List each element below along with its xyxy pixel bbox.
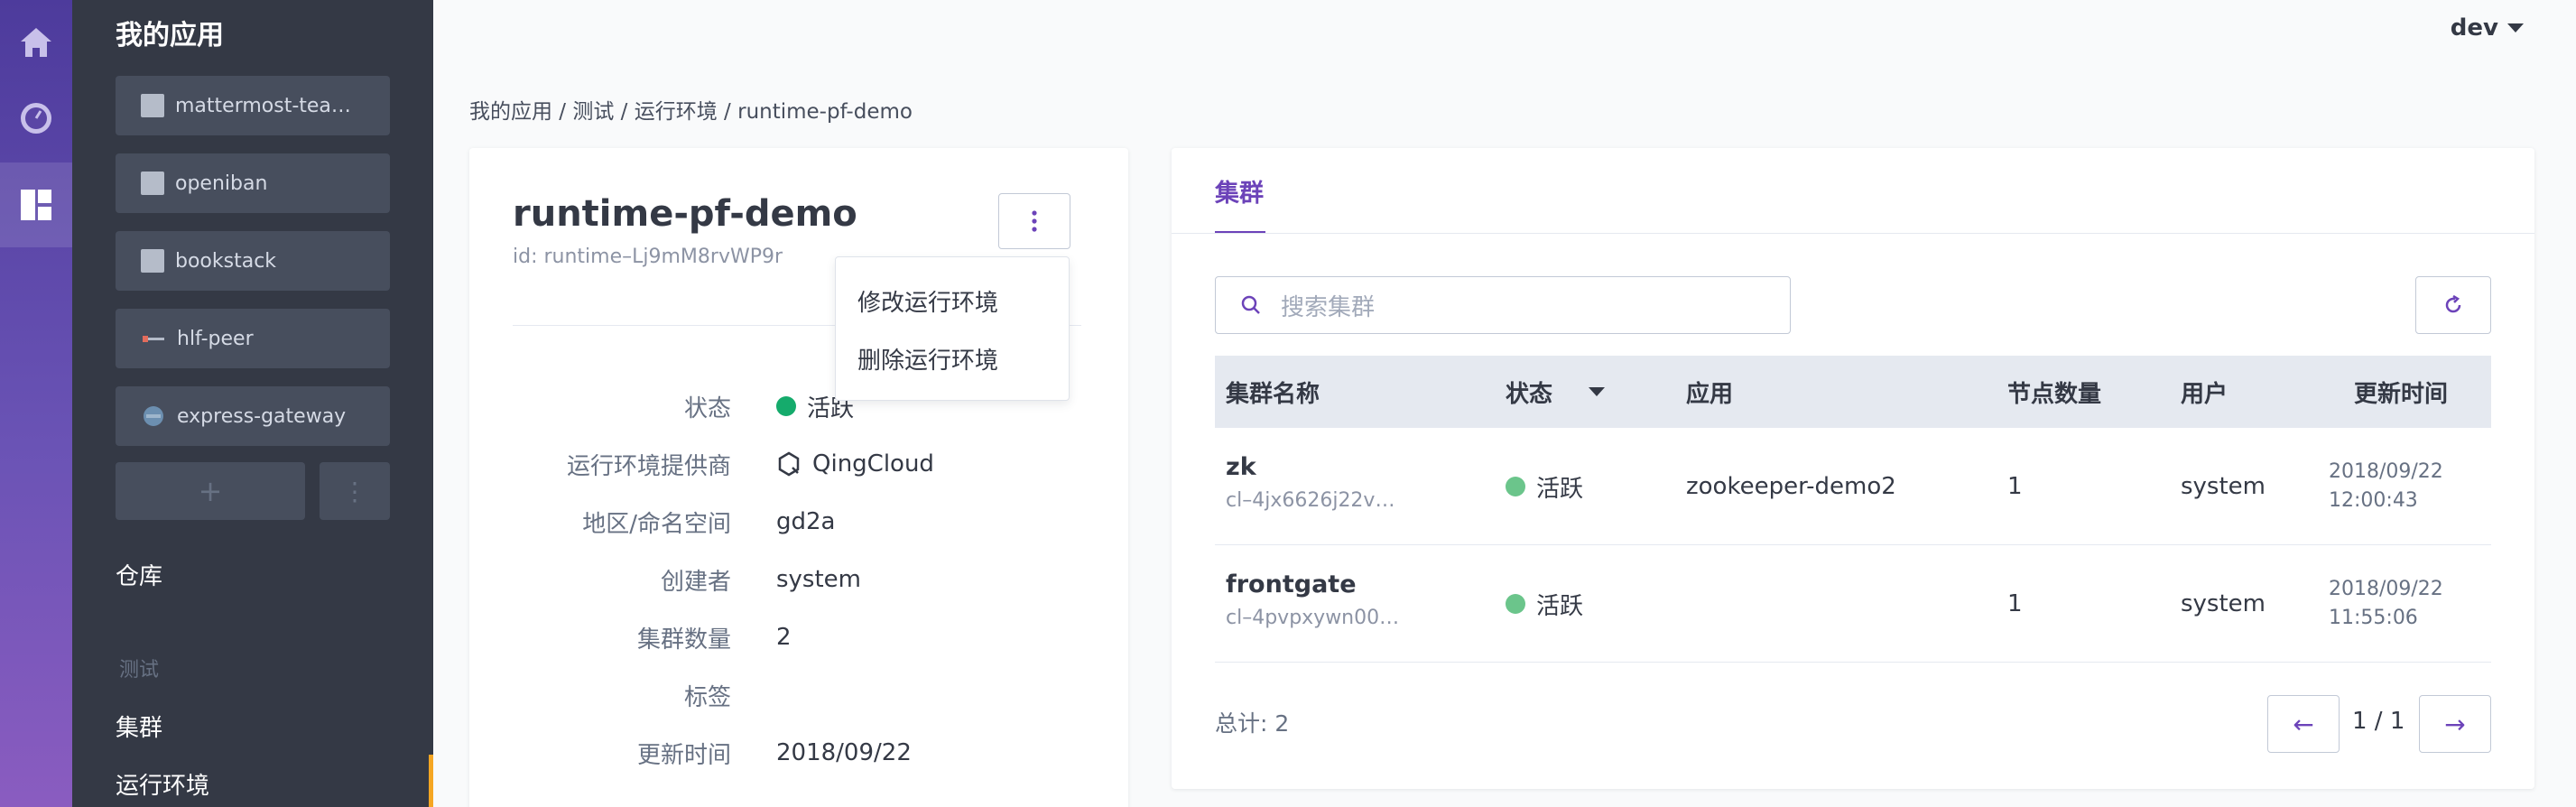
- square-icon: [141, 94, 164, 117]
- more-apps-button[interactable]: ⋮: [320, 462, 390, 520]
- app-label: openiban: [175, 172, 268, 195]
- field-value: 2: [776, 624, 792, 651]
- field-cluster-count: 集群数量 2: [469, 608, 1128, 666]
- sidebar-group-label: 测试: [119, 659, 160, 682]
- runtime-id: id: runtime–Lj9mM8rvWP9r: [513, 246, 783, 268]
- cluster-app[interactable]: zookeeper-demo2: [1686, 428, 1896, 545]
- home-icon[interactable]: [0, 0, 72, 85]
- qingcloud-icon: [778, 451, 800, 477]
- table-row[interactable]: zk cl–4jx6626j22v… 活跃 zookeeper-demo2 1 …: [1215, 428, 2491, 545]
- field-owner: 创建者 system: [469, 551, 1128, 608]
- tab-clusters[interactable]: 集群: [1215, 173, 1264, 209]
- add-app-button[interactable]: +: [116, 462, 305, 520]
- field-key: 更新时间: [636, 741, 731, 769]
- cluster-id: cl–4pvpxywn00…: [1226, 607, 1400, 629]
- actions-dropdown: 修改运行环境 删除运行环境: [835, 256, 1070, 401]
- page-indicator: 1 / 1: [2352, 708, 2405, 735]
- table-header: 集群名称 状态 应用 节点数量 用户 更新时间: [1215, 356, 2491, 428]
- status-dot-icon: [1506, 594, 1525, 614]
- sidebar-app-item[interactable]: express-gateway: [116, 386, 390, 446]
- sidebar-item-clusters[interactable]: 集群: [116, 710, 162, 743]
- active-indicator: [429, 755, 433, 807]
- sidebar-item-runtimes[interactable]: 运行环境: [116, 767, 209, 801]
- square-icon: [141, 249, 164, 273]
- cluster-status: 活跃: [1506, 545, 1583, 663]
- apps-icon[interactable]: [0, 162, 72, 247]
- cluster-status: 活跃: [1506, 428, 1583, 545]
- cluster-user: system: [2181, 590, 2266, 617]
- filter-caret-icon[interactable]: [1589, 387, 1606, 396]
- search-icon: [1241, 295, 1260, 314]
- column-header: 用户: [2181, 380, 2229, 408]
- search-clusters-input[interactable]: 搜索集群: [1215, 276, 1791, 334]
- cluster-name[interactable]: frontgate: [1226, 570, 1357, 598]
- column-header-status[interactable]: 状态: [1506, 356, 1606, 428]
- breadcrumb[interactable]: 我的应用 / 测试 / 运行环境 / runtime-pf-demo: [469, 94, 913, 125]
- delete-runtime-item[interactable]: 删除运行环境: [857, 342, 998, 376]
- field-key: 标签: [683, 683, 731, 711]
- search-placeholder: 搜索集群: [1281, 293, 1376, 321]
- field-value: 2018/09/22: [776, 739, 912, 766]
- refresh-button[interactable]: [2415, 276, 2491, 334]
- refresh-icon: [2445, 294, 2461, 313]
- total-count: 总计: 2: [1215, 710, 1290, 737]
- field-key: 创建者: [660, 568, 731, 596]
- cluster-updated: 2018/09/22 11:55:06: [2329, 578, 2443, 629]
- app-label: hlf-peer: [177, 327, 254, 350]
- column-header: 应用: [1686, 380, 1734, 408]
- runtime-detail-card: runtime-pf-demo id: runtime–Lj9mM8rvWP9r…: [469, 148, 1128, 807]
- field-key: 集群数量: [636, 626, 731, 654]
- field-value: system: [776, 566, 861, 593]
- field-updated: 更新时间 2018/09/22: [469, 724, 1128, 782]
- next-page-button[interactable]: →: [2419, 695, 2491, 753]
- icon-rail: [0, 0, 72, 807]
- app-label: mattermost-team…: [175, 94, 370, 117]
- field-labels: 标签: [469, 666, 1128, 724]
- sidebar-item-repo[interactable]: 仓库: [116, 558, 162, 591]
- sidebar-app-item[interactable]: openiban: [116, 153, 390, 213]
- field-key: 地区/命名空间: [582, 510, 731, 538]
- kebab-icon: [1032, 210, 1037, 232]
- clusters-card: 集群 搜索集群 集群名称 状态 应用 节点数量 用户 更新时间 zk cl–4j…: [1172, 148, 2534, 789]
- app-sidebar: 我的应用 mattermost-team… openiban bookstack…: [72, 0, 433, 807]
- caret-down-icon: [2507, 23, 2524, 32]
- column-header: 节点数量: [2007, 380, 2102, 408]
- cluster-updated: 2018/09/22 12:00:43: [2329, 460, 2443, 512]
- sidebar-app-item[interactable]: mattermost-team…: [116, 76, 390, 135]
- field-value: QingCloud: [812, 450, 934, 478]
- sidebar-app-item[interactable]: hlf-peer: [116, 309, 390, 368]
- cluster-nodes: 1: [2007, 473, 2023, 500]
- sidebar-title: 我的应用: [116, 20, 224, 51]
- app-label: express-gateway: [177, 404, 347, 428]
- runtime-name: runtime-pf-demo: [513, 193, 857, 235]
- user-name: dev: [2450, 14, 2498, 42]
- column-header: 集群名称: [1226, 380, 1320, 408]
- field-key: 运行环境提供商: [566, 452, 731, 480]
- cluster-nodes: 1: [2007, 590, 2023, 617]
- sidebar-app-item[interactable]: bookstack: [116, 231, 390, 291]
- divider: [1172, 233, 2534, 234]
- field-key: 状态: [683, 394, 731, 422]
- app-label: bookstack: [175, 249, 277, 273]
- cluster-name[interactable]: zk: [1226, 453, 1256, 481]
- square-icon: [141, 172, 164, 195]
- user-menu[interactable]: dev: [2451, 14, 2524, 42]
- field-zone: 地区/命名空间 gd2a: [469, 493, 1128, 551]
- field-value: gd2a: [776, 508, 836, 535]
- table-row[interactable]: frontgate cl–4pvpxywn00… 活跃 1 system 201…: [1215, 545, 2491, 663]
- status-dot-icon: [776, 396, 796, 416]
- dashboard-icon[interactable]: [0, 76, 72, 161]
- hyperledger-icon: [141, 327, 168, 350]
- field-provider: 运行环境提供商 QingCloud: [469, 435, 1128, 493]
- cluster-id: cl–4jx6626j22v…: [1226, 489, 1395, 512]
- gateway-icon: [141, 404, 168, 428]
- column-header: 更新时间: [2354, 380, 2449, 408]
- more-actions-button[interactable]: [998, 193, 1070, 249]
- edit-runtime-item[interactable]: 修改运行环境: [857, 284, 998, 318]
- status-dot-icon: [1506, 477, 1525, 496]
- cluster-user: system: [2181, 473, 2266, 500]
- prev-page-button[interactable]: ←: [2267, 695, 2340, 753]
